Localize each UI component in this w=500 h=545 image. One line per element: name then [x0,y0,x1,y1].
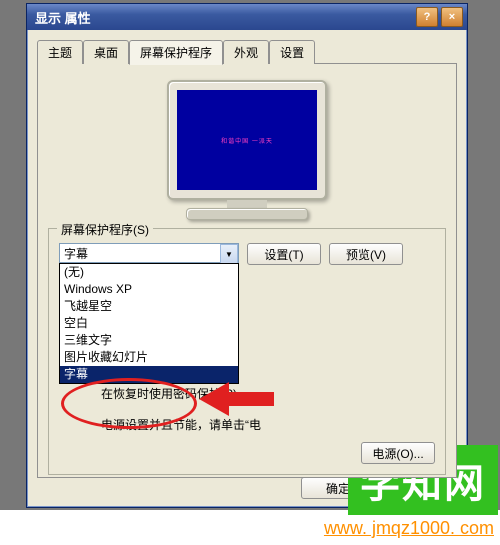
window-title: 显示 属性 [31,8,413,27]
monitor-screen: 和谐中国 一派天 [177,90,317,190]
tab-desktop[interactable]: 桌面 [83,40,129,64]
screensaver-combo[interactable]: 字幕 ▼ (无) Windows XP 飞越星空 空白 三维文字 图片收藏幻灯片… [59,243,239,263]
screensaver-dropdown[interactable]: (无) Windows XP 飞越星空 空白 三维文字 图片收藏幻灯片 字幕 [59,263,239,384]
power-button[interactable]: 电源(O)... [361,442,435,464]
client-area: 主题 桌面 屏幕保护程序 外观 设置 和谐中国 一派天 屏幕保护 [27,30,467,486]
screensaver-combo-value[interactable]: 字幕 [59,243,239,263]
screensaver-group: 屏幕保护程序(S) 字幕 ▼ (无) Windows XP 飞越星空 空白 三维… [48,228,446,475]
monitor-base [186,208,308,220]
option-marquee[interactable]: 字幕 [60,366,238,383]
tab-theme[interactable]: 主题 [37,40,83,64]
monitor-neck [227,200,267,208]
password-protect-checkbox[interactable]: 在恢复时使用密码保护(P) [59,385,237,402]
option-none[interactable]: (无) [60,264,238,281]
option-slideshow[interactable]: 图片收藏幻灯片 [60,349,238,366]
tab-strip: 主题 桌面 屏幕保护程序 外观 设置 [37,40,457,64]
help-button[interactable]: ? [416,7,438,27]
monitor-preview: 和谐中国 一派天 [48,80,446,220]
option-3dtext[interactable]: 三维文字 [60,332,238,349]
display-properties-window: 显示 属性 ? × 主题 桌面 屏幕保护程序 外观 设置 和谐中国 一派天 [26,3,468,508]
monitor-frame: 和谐中国 一派天 [167,80,327,200]
settings-button[interactable]: 设置(T) [247,243,321,265]
tab-panel: 和谐中国 一派天 屏幕保护程序(S) 字幕 ▼ (无) Windows [37,63,457,478]
power-desc-text: 电源设置并且节能，请单击“电 [101,418,261,432]
power-description: 电源设置并且节能，请单击“电 [59,416,435,434]
close-button[interactable]: × [441,7,463,27]
watermark-url: www. jmqz1000. com [324,518,494,539]
password-protect-label: 在恢复时使用密码保护(P) [101,385,237,402]
option-windows-xp[interactable]: Windows XP [60,281,238,298]
option-blank[interactable]: 空白 [60,315,238,332]
tab-screensaver[interactable]: 屏幕保护程序 [129,40,223,65]
preview-button[interactable]: 预览(V) [329,243,403,265]
combo-dropdown-button[interactable]: ▼ [220,244,238,264]
titlebar[interactable]: 显示 属性 ? × [27,4,467,30]
screensaver-group-label: 屏幕保护程序(S) [57,221,153,238]
tab-appearance[interactable]: 外观 [223,40,269,64]
option-starfield[interactable]: 飞越星空 [60,298,238,315]
tab-settings[interactable]: 设置 [269,40,315,64]
marquee-preview-text: 和谐中国 一派天 [221,136,273,145]
